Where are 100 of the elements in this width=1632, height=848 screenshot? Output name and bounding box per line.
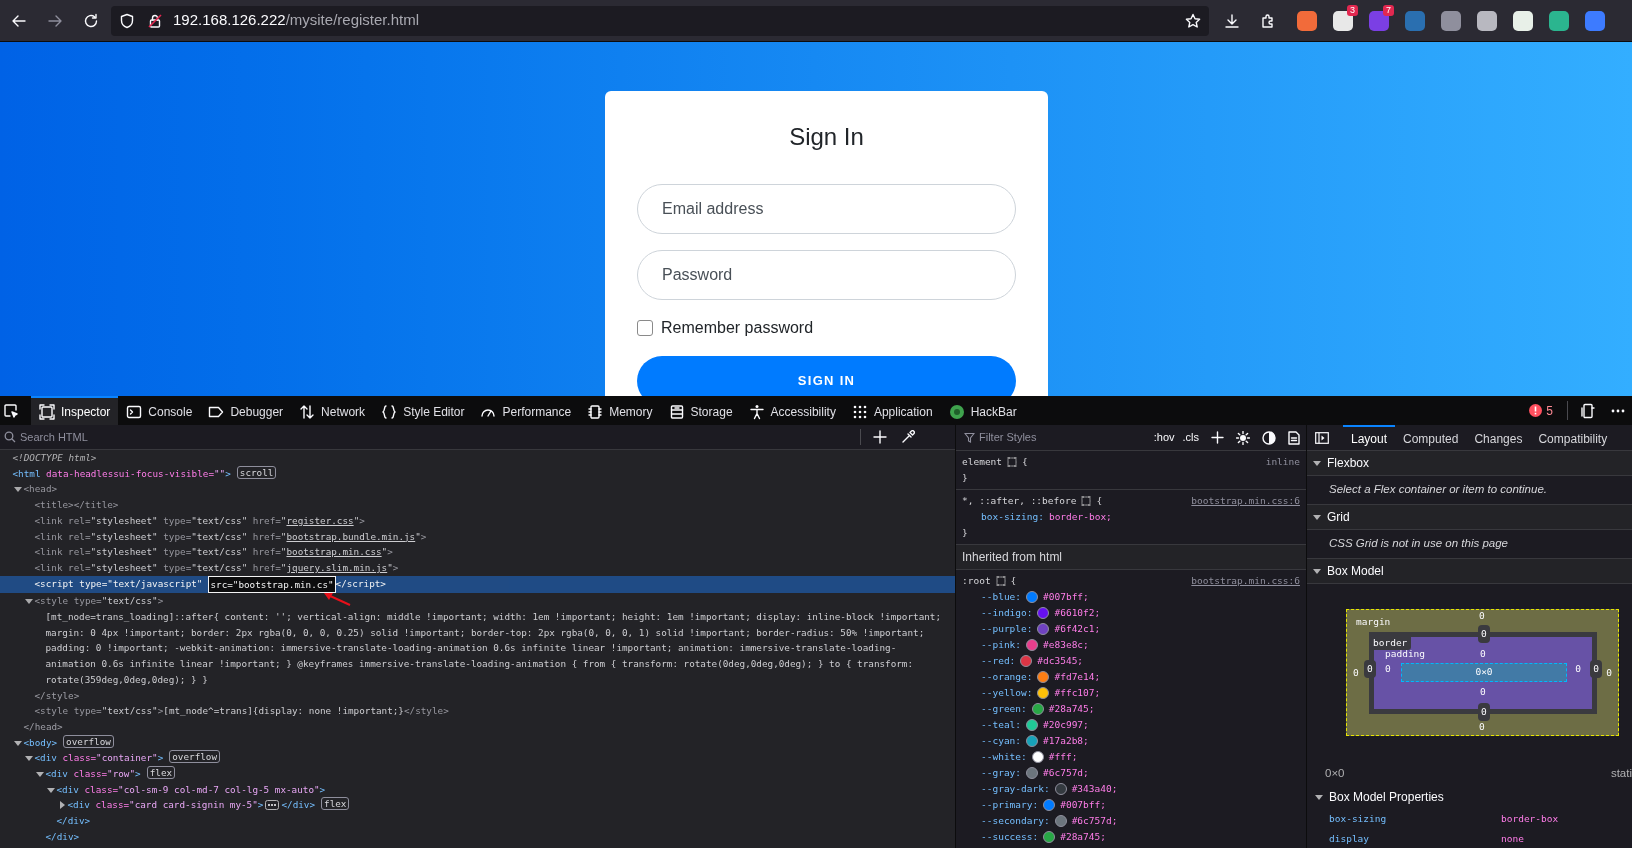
node-badge[interactable]: flex	[321, 797, 350, 811]
box-label[interactable]: margin	[1356, 615, 1391, 630]
devtools-tab[interactable]: HackBar	[940, 396, 1025, 425]
devtools-tab[interactable]: Accessibility	[740, 396, 844, 425]
property-value[interactable]: #343a40;	[1071, 781, 1118, 797]
markup-line[interactable]: <title></title>	[0, 497, 955, 513]
content-box[interactable]: 0×0	[1401, 663, 1567, 682]
property-value[interactable]: #dc3545;	[1037, 653, 1084, 669]
color-swatch[interactable]	[1026, 591, 1039, 603]
devtools-tab[interactable]: Performance	[472, 396, 580, 425]
margin-value[interactable]: 0	[1606, 666, 1612, 681]
disclosure-triangle-icon[interactable]	[1313, 459, 1321, 467]
color-swatch[interactable]	[1037, 671, 1050, 683]
disclosure-triangle-icon[interactable]	[1313, 513, 1321, 521]
property-value[interactable]: #fff;	[1048, 749, 1078, 765]
contrast-icon[interactable]	[1262, 430, 1276, 445]
error-count[interactable]: 5	[1546, 401, 1553, 420]
grid-icon[interactable]	[1081, 496, 1092, 506]
markup-line[interactable]: <link rel="stylesheet" type="text/css" href="bootstrap.min.css">	[0, 544, 955, 560]
margin-value[interactable]: 0	[1479, 609, 1485, 624]
padding-value[interactable]: 0	[1480, 647, 1486, 662]
property-name[interactable]: --teal:	[981, 717, 1022, 733]
address-bar[interactable]: 192.168.126.222/mysite/register.html	[111, 5, 1209, 36]
disclosure-triangle-icon[interactable]	[1313, 567, 1321, 575]
markup-line[interactable]: <link rel="stylesheet" type="text/css" href="jquery.slim.min.js">	[0, 559, 955, 576]
disclosure-triangle-icon[interactable]	[25, 754, 33, 763]
markup-line[interactable]: <style type="text/css">[mt_node^=trans]{display: none !important;}</style>	[0, 703, 955, 719]
section-header[interactable]: Grid	[1307, 505, 1632, 530]
disclosure-triangle-icon[interactable]	[1315, 793, 1323, 801]
markup-line[interactable]: <head>	[0, 481, 955, 498]
email-field[interactable]: Email address	[637, 184, 1016, 234]
color-swatch[interactable]	[1043, 799, 1056, 811]
disclosure-triangle-icon[interactable]	[25, 597, 33, 606]
markup-line[interactable]: <link rel="stylesheet" type="text/css" href="register.css">	[0, 512, 955, 529]
property-value[interactable]: #17a2b8;	[1043, 733, 1089, 749]
property-value[interactable]: #6c757d;	[1071, 813, 1118, 829]
extension-icon[interactable]	[1549, 10, 1569, 31]
devtools-tab[interactable]: Style Editor	[373, 396, 473, 425]
responsive-view-icon[interactable]	[1580, 402, 1596, 419]
toggle-button[interactable]: :hov	[1149, 429, 1179, 446]
node-badge[interactable]: scroll	[236, 465, 277, 479]
markup-line[interactable]: <div class="card card-signin my-5"> </div> flex	[0, 797, 955, 814]
color-swatch[interactable]	[1026, 735, 1039, 747]
property-value[interactable]: #28a745;	[1048, 701, 1095, 717]
padding-value[interactable]: 0	[1575, 662, 1581, 677]
node-badge[interactable]: overflow	[169, 750, 221, 764]
rule-selector[interactable]: :root	[962, 573, 991, 589]
devtools-tab[interactable]: Application	[843, 396, 941, 425]
node-badge[interactable]: overflow	[63, 734, 114, 748]
markup-line[interactable]: <html data-headlessui-focus-visible=""> scroll	[0, 465, 955, 482]
markup-line[interactable]: <link rel="stylesheet" type="text/css" href="bootstrap.bundle.min.js">	[0, 528, 955, 545]
color-swatch[interactable]	[1037, 623, 1050, 635]
margin-value[interactable]: 0	[1353, 666, 1359, 681]
property-name[interactable]: --purple:	[981, 621, 1033, 637]
margin-value[interactable]: 0	[1479, 719, 1485, 734]
markup-line[interactable]: <div class="row"> flex	[0, 766, 955, 782]
node-badge[interactable]: flex	[146, 766, 176, 780]
add-rule-icon[interactable]	[1211, 431, 1224, 444]
rule-selector[interactable]: *, ::after, ::before	[962, 493, 1077, 509]
source-link[interactable]: bootstrap.min.css:6	[1191, 573, 1300, 589]
markup-line[interactable]: <div class="col-sm-9 col-md-7 col-lg-5 mx-auto">	[0, 781, 955, 798]
border-value[interactable]: 0	[1478, 703, 1490, 721]
markup-line[interactable]: [mt_node=trans_loading]::after{ content: ''; vertical-align: middle !important; width: 1em !important; height: 1em !important; display: inline-block !important; margin: 0 4px !important; border: 2px rgba(0, 0, 0, 0.25) solid !important; border-top: 2px rgba(0, 0, 0, 1) solid !important; border-radius: 50% !important; padding: 0 !important; -webkit-animation: immersive-translate-loading-animation 0.6s infinite linear !important; animation: immersive-translate-loading-animation 0.6s infinite linear !important; } @keyframes immersive-translate-loading-animation { from { transform: rotate(0deg,0deg,0deg); } to { transform: rotate(359deg,0deg,0deg); } }	[0, 609, 955, 688]
color-swatch[interactable]	[1026, 639, 1039, 651]
devtools-tab[interactable]: Debugger	[200, 396, 292, 425]
property-name[interactable]: --indigo:	[981, 605, 1033, 621]
color-swatch[interactable]	[1020, 655, 1033, 667]
rule-selector[interactable]: element	[962, 454, 1003, 470]
puzzle-icon[interactable]	[1260, 12, 1276, 29]
margin-box[interactable]: margin 0 0 0 0 border padding 0 0 0×0 0 0 0 0 0 0	[1346, 609, 1619, 736]
property-name[interactable]: --success:	[981, 829, 1039, 845]
border-value[interactable]: 0	[1478, 625, 1490, 643]
color-swatch[interactable]	[1054, 783, 1067, 795]
color-swatch[interactable]	[1054, 815, 1067, 827]
source-link[interactable]: bootstrap.min.css:6	[1191, 493, 1300, 509]
disclosure-triangle-icon[interactable]	[14, 738, 22, 747]
border-value[interactable]: 0	[1364, 660, 1376, 678]
property-name[interactable]: --gray:	[981, 765, 1022, 781]
property-name[interactable]: --red:	[981, 653, 1016, 669]
devtools-tab[interactable]: Console	[118, 396, 201, 425]
devtools-tab[interactable]: Inspector	[31, 396, 119, 425]
disclosure-triangle-icon[interactable]	[58, 801, 66, 810]
sidebar-tab[interactable]: Computed	[1395, 425, 1467, 450]
markup-line[interactable]: </div>	[0, 828, 955, 845]
eyedropper-icon[interactable]	[901, 430, 915, 444]
border-value[interactable]: 0	[1590, 660, 1602, 678]
devtools-tab[interactable]: Memory	[579, 396, 661, 425]
sidebar-tab[interactable]: Changes	[1466, 425, 1531, 450]
sidebar-toggle-icon[interactable]	[1315, 431, 1329, 444]
property-name[interactable]: --pink:	[981, 637, 1022, 653]
property-value[interactable]: #007bff;	[1043, 589, 1089, 605]
section-header[interactable]: Box Model	[1307, 559, 1632, 584]
grid-icon[interactable]	[1007, 457, 1018, 467]
reload-icon[interactable]	[83, 12, 99, 29]
password-field[interactable]: Password	[637, 250, 1016, 300]
padding-value[interactable]: 0	[1385, 662, 1391, 677]
star-icon[interactable]	[1185, 12, 1201, 29]
sidebar-tab[interactable]: Compatibility	[1530, 425, 1616, 450]
url-text[interactable]: 192.168.126.222/mysite/register.html	[173, 9, 419, 32]
property-name[interactable]: --yellow:	[981, 685, 1033, 701]
